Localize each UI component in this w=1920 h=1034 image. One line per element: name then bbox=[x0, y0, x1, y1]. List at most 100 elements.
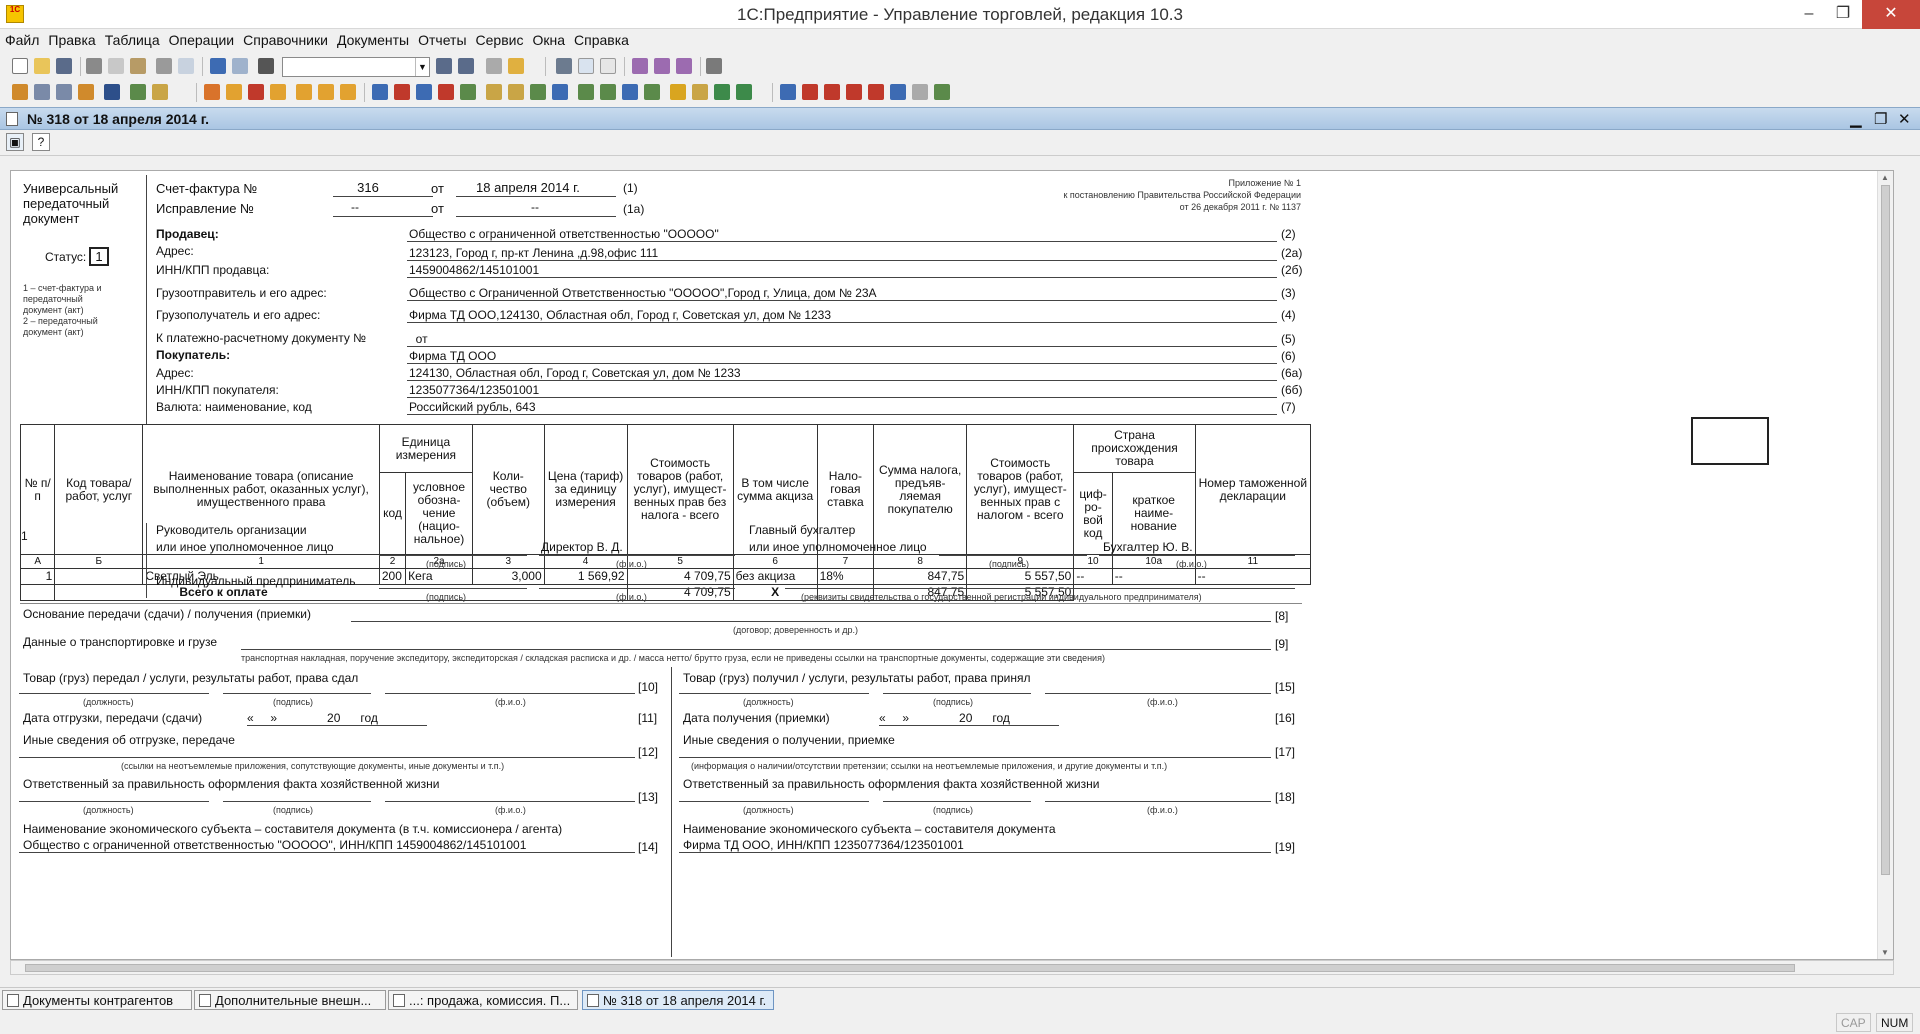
doc-minimize-button[interactable]: ▁ bbox=[1850, 110, 1862, 128]
menu-windows[interactable]: Окна bbox=[527, 29, 569, 48]
doc-close-button[interactable]: ✕ bbox=[1898, 110, 1911, 128]
open-icon[interactable] bbox=[34, 58, 50, 74]
messages-icon[interactable] bbox=[890, 84, 906, 100]
inventory-icon[interactable] bbox=[460, 84, 476, 100]
journal-icon[interactable] bbox=[12, 84, 28, 100]
cut-icon[interactable] bbox=[86, 58, 102, 74]
doc-restore-button[interactable]: ❐ bbox=[1874, 110, 1887, 128]
paste-icon[interactable] bbox=[130, 58, 146, 74]
sale-icon[interactable] bbox=[394, 84, 410, 100]
goods-icon[interactable] bbox=[204, 84, 220, 100]
receipt-icon[interactable] bbox=[226, 84, 242, 100]
column-numbers-row: АБ1 2 2а 3 456 789 10 10а 11 bbox=[19, 554, 1312, 569]
task-additional[interactable]: Дополнительные внешн... bbox=[194, 990, 386, 1010]
memory-plus-icon[interactable] bbox=[654, 58, 670, 74]
redo-icon[interactable] bbox=[232, 58, 248, 74]
register-icon[interactable] bbox=[736, 84, 752, 100]
report-icon[interactable] bbox=[152, 84, 168, 100]
calculator-icon[interactable] bbox=[556, 58, 572, 74]
transfer-icon[interactable] bbox=[372, 84, 388, 100]
box-icon[interactable] bbox=[486, 84, 502, 100]
write-off-icon[interactable] bbox=[438, 84, 454, 100]
shipment-icon[interactable] bbox=[416, 84, 432, 100]
cashbox-icon[interactable] bbox=[714, 84, 730, 100]
copy-icon[interactable] bbox=[108, 58, 124, 74]
menu-operations[interactable]: Операции bbox=[164, 29, 239, 48]
contacts-icon[interactable] bbox=[780, 84, 796, 100]
horizontal-scrollbar[interactable] bbox=[10, 960, 1894, 975]
new-document-icon[interactable] bbox=[12, 58, 28, 74]
find-prev-icon[interactable] bbox=[458, 58, 474, 74]
find-next-icon[interactable] bbox=[436, 58, 452, 74]
menu-table[interactable]: Таблица bbox=[100, 29, 164, 48]
header-unit: Единица измерения bbox=[378, 424, 473, 473]
bank-icon[interactable] bbox=[692, 84, 708, 100]
menu-help[interactable]: Справка bbox=[569, 29, 633, 48]
find-icon[interactable] bbox=[258, 58, 274, 74]
seller-value: Общество с ограниченной ответственностью… bbox=[409, 227, 719, 241]
help-button[interactable]: ? bbox=[32, 133, 50, 151]
invoice-icon[interactable] bbox=[296, 84, 312, 100]
vertical-scrollbar[interactable]: ▲ ▼ bbox=[1877, 171, 1893, 959]
menu-edit[interactable]: Правка bbox=[43, 29, 99, 48]
price-icon[interactable] bbox=[530, 84, 546, 100]
money-icon[interactable] bbox=[670, 84, 686, 100]
task-sale-commission[interactable]: ...: продажа, комиссия. П... bbox=[388, 990, 578, 1010]
memory-minus-icon[interactable] bbox=[676, 58, 692, 74]
seller-code: (2) bbox=[1281, 227, 1296, 241]
assembly-icon[interactable] bbox=[600, 84, 616, 100]
scroll-down-icon[interactable]: ▼ bbox=[1881, 948, 1889, 957]
close-button[interactable]: ✕ bbox=[1862, 0, 1920, 29]
camera-icon[interactable]: ▣ bbox=[6, 133, 24, 151]
memory-m-icon[interactable] bbox=[632, 58, 648, 74]
menu-references[interactable]: Справочники bbox=[238, 29, 332, 48]
menu-documents[interactable]: Документы bbox=[332, 29, 413, 48]
save-icon[interactable] bbox=[56, 58, 72, 74]
analysis-icon[interactable] bbox=[934, 84, 950, 100]
window-icon[interactable] bbox=[486, 58, 502, 74]
search-combo[interactable]: ▼ bbox=[282, 57, 430, 77]
registry-icon[interactable] bbox=[34, 84, 50, 100]
return-icon[interactable] bbox=[248, 84, 264, 100]
chevron-down-icon[interactable]: ▼ bbox=[415, 58, 429, 76]
preview-icon[interactable] bbox=[178, 58, 194, 74]
head-label-1: Руководитель организации bbox=[156, 523, 307, 537]
move-icon[interactable] bbox=[578, 84, 594, 100]
basis-label: Основание передачи (сдачи) / получения (… bbox=[23, 607, 311, 621]
warehouse-icon[interactable] bbox=[508, 84, 524, 100]
scroll-up-icon[interactable]: ▲ bbox=[1881, 173, 1889, 182]
check-icon[interactable] bbox=[622, 84, 638, 100]
documents-icon[interactable] bbox=[56, 84, 72, 100]
invoice-code: (1) bbox=[623, 181, 638, 195]
bookmark-icon[interactable] bbox=[508, 58, 524, 74]
mail-icon[interactable] bbox=[846, 84, 862, 100]
horizontal-scroll-thumb[interactable] bbox=[25, 964, 1795, 972]
tools-icon[interactable] bbox=[706, 58, 722, 74]
cash-icon[interactable] bbox=[340, 84, 356, 100]
undo-icon[interactable] bbox=[210, 58, 226, 74]
maximize-button[interactable]: ❐ bbox=[1820, 0, 1866, 29]
archive-icon[interactable] bbox=[78, 84, 94, 100]
menu-service[interactable]: Сервис bbox=[471, 29, 528, 48]
stock-icon[interactable] bbox=[644, 84, 660, 100]
menu-reports[interactable]: Отчеты bbox=[413, 29, 470, 48]
print-icon[interactable] bbox=[156, 58, 172, 74]
order-icon[interactable] bbox=[270, 84, 286, 100]
grid-icon[interactable] bbox=[130, 84, 146, 100]
buyer-inn-value: 1235077364/123501001 bbox=[409, 383, 540, 397]
notes-icon[interactable] bbox=[600, 58, 616, 74]
events-icon[interactable] bbox=[824, 84, 840, 100]
task-counterparty-docs[interactable]: Документы контрагентов bbox=[2, 990, 192, 1010]
menu-file[interactable]: Файл bbox=[0, 29, 43, 48]
tasks-icon[interactable] bbox=[802, 84, 818, 100]
notes-list-icon[interactable] bbox=[912, 84, 928, 100]
payment-icon[interactable] bbox=[318, 84, 334, 100]
selected-cell[interactable] bbox=[1691, 417, 1769, 465]
task-invoice-318[interactable]: № 318 от 18 апреля 2014 г. bbox=[582, 990, 774, 1010]
buyer-address-code: (6а) bbox=[1281, 366, 1303, 380]
calls-icon[interactable] bbox=[868, 84, 884, 100]
exchange-icon[interactable] bbox=[104, 84, 120, 100]
calendar-icon[interactable] bbox=[578, 58, 594, 74]
settings-doc-icon[interactable] bbox=[552, 84, 568, 100]
vertical-scroll-thumb[interactable] bbox=[1881, 185, 1890, 875]
